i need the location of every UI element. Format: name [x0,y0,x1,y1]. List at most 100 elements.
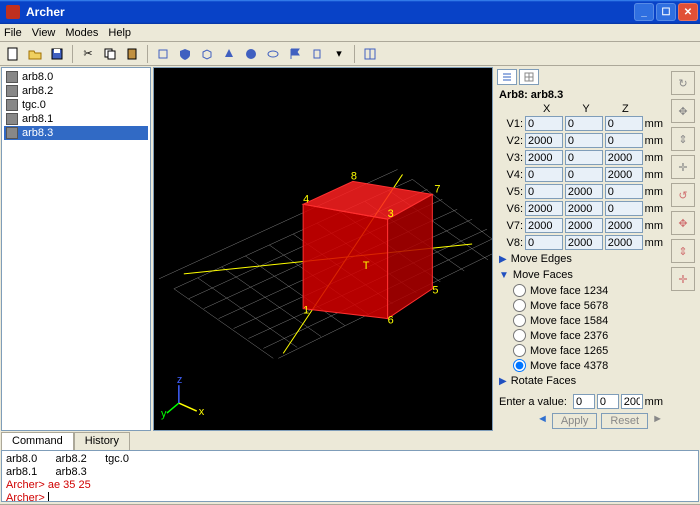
menu-view[interactable]: View [32,27,56,39]
radio-face-5678[interactable]: Move face 5678 [495,298,667,313]
svg-text:3: 3 [388,208,394,220]
v8-y[interactable] [565,235,603,250]
cut-icon[interactable]: ✂ [79,45,97,63]
back-arrow-icon[interactable]: ◄ [537,413,548,429]
console[interactable]: arb8.0 arb8.2 tgc.0 arb8.1 arb8.3 Archer… [1,450,699,502]
value-z[interactable] [621,394,643,409]
move-icon[interactable]: ✥ [671,211,695,235]
vertex-row-v2: V2:mm [495,133,667,148]
shape-box-icon[interactable] [198,45,216,63]
object-tree[interactable]: arb8.0 arb8.2 tgc.0 arb8.1 arb8.3 [1,67,151,431]
pan-icon[interactable]: ✥ [671,99,695,123]
v5-x[interactable] [525,184,563,199]
v7-x[interactable] [525,218,563,233]
vertex-row-v7: V7:mm [495,218,667,233]
shape-cone-icon[interactable] [220,45,238,63]
svg-text:7: 7 [434,183,440,195]
paste-icon[interactable] [123,45,141,63]
forward-arrow-icon[interactable]: ► [652,413,663,429]
svg-text:1: 1 [303,305,309,317]
v6-y[interactable] [565,201,603,216]
v7-y[interactable] [565,218,603,233]
object-icon [6,71,18,83]
vertex-row-v4: V4:mm [495,167,667,182]
v1-y[interactable] [565,116,603,131]
tree-item-arb8-2[interactable]: arb8.2 [4,84,148,98]
object-icon [6,99,18,111]
open-icon[interactable] [26,45,44,63]
shape-shield-icon[interactable] [176,45,194,63]
v5-y[interactable] [565,184,603,199]
v4-x[interactable] [525,167,563,182]
minimize-button[interactable]: _ [634,3,654,21]
main-area: arb8.0 arb8.2 tgc.0 arb8.1 arb8.3 [0,66,700,432]
v2-x[interactable] [525,133,563,148]
menu-modes[interactable]: Modes [65,27,98,39]
window-title: Archer [26,5,634,19]
v5-z[interactable] [605,184,643,199]
svg-text:T: T [363,260,370,272]
v3-x[interactable] [525,150,563,165]
viewport-3d[interactable]: 1 6 5 4 3 8 7 T x y z [153,67,493,431]
center-icon[interactable]: ✛ [671,155,695,179]
console-area: Command History arb8.0 arb8.2 tgc.0 arb8… [1,432,699,504]
maximize-button[interactable]: ☐ [656,3,676,21]
radio-face-4378[interactable]: Move face 4378 [495,358,667,373]
panel-tab-grid-icon[interactable] [519,69,539,85]
section-move-faces[interactable]: ▼Move Faces [495,267,667,283]
svg-text:8: 8 [351,170,357,182]
toolbar: ✂ ▾ [0,42,700,66]
v8-z[interactable] [605,235,643,250]
value-x[interactable] [573,394,595,409]
zoom-updown-icon[interactable]: ⇕ [671,127,695,151]
tab-command[interactable]: Command [1,432,74,450]
layout-icon[interactable] [361,45,379,63]
radio-face-1265[interactable]: Move face 1265 [495,343,667,358]
shape-sphere-icon[interactable] [242,45,260,63]
rotate-cw-icon[interactable]: ↻ [671,71,695,95]
tab-history[interactable]: History [74,432,130,450]
property-panel: Arb8: arb8.3 XYZ V1:mm V2:mm V3:mm V4:mm… [495,67,667,431]
tree-item-arb8-1[interactable]: arb8.1 [4,112,148,126]
v2-y[interactable] [565,133,603,148]
reset-button[interactable]: Reset [601,413,648,429]
section-rotate-faces[interactable]: ▶Rotate Faces [495,373,667,389]
section-move-edges[interactable]: ▶Move Edges [495,251,667,267]
tree-item-tgc-0[interactable]: tgc.0 [4,98,148,112]
menu-help[interactable]: Help [108,27,131,39]
v4-y[interactable] [565,167,603,182]
app-icon [6,5,20,19]
v8-x[interactable] [525,235,563,250]
radio-face-2376[interactable]: Move face 2376 [495,328,667,343]
shape-tube-icon[interactable] [308,45,326,63]
scale-icon[interactable]: ⇕ [671,239,695,263]
v4-z[interactable] [605,167,643,182]
panel-tab-list-icon[interactable] [497,69,517,85]
target-icon[interactable]: ✛ [671,267,695,291]
v6-x[interactable] [525,201,563,216]
save-icon[interactable] [48,45,66,63]
value-y[interactable] [597,394,619,409]
shape-flag-icon[interactable] [286,45,304,63]
shape-ellipse-icon[interactable] [264,45,282,63]
tree-item-arb8-3[interactable]: arb8.3 [4,126,148,140]
shape-arb-icon[interactable] [154,45,172,63]
v2-z[interactable] [605,133,643,148]
dropdown-icon[interactable]: ▾ [330,45,348,63]
copy-icon[interactable] [101,45,119,63]
svg-text:5: 5 [432,285,438,297]
v1-x[interactable] [525,116,563,131]
apply-button[interactable]: Apply [552,413,598,429]
rotate-ccw-icon[interactable]: ↺ [671,183,695,207]
tree-item-arb8-0[interactable]: arb8.0 [4,70,148,84]
v6-z[interactable] [605,201,643,216]
v3-y[interactable] [565,150,603,165]
menu-file[interactable]: File [4,27,22,39]
v1-z[interactable] [605,116,643,131]
close-button[interactable]: ✕ [678,3,698,21]
radio-face-1584[interactable]: Move face 1584 [495,313,667,328]
v7-z[interactable] [605,218,643,233]
new-icon[interactable] [4,45,22,63]
radio-face-1234[interactable]: Move face 1234 [495,283,667,298]
v3-z[interactable] [605,150,643,165]
